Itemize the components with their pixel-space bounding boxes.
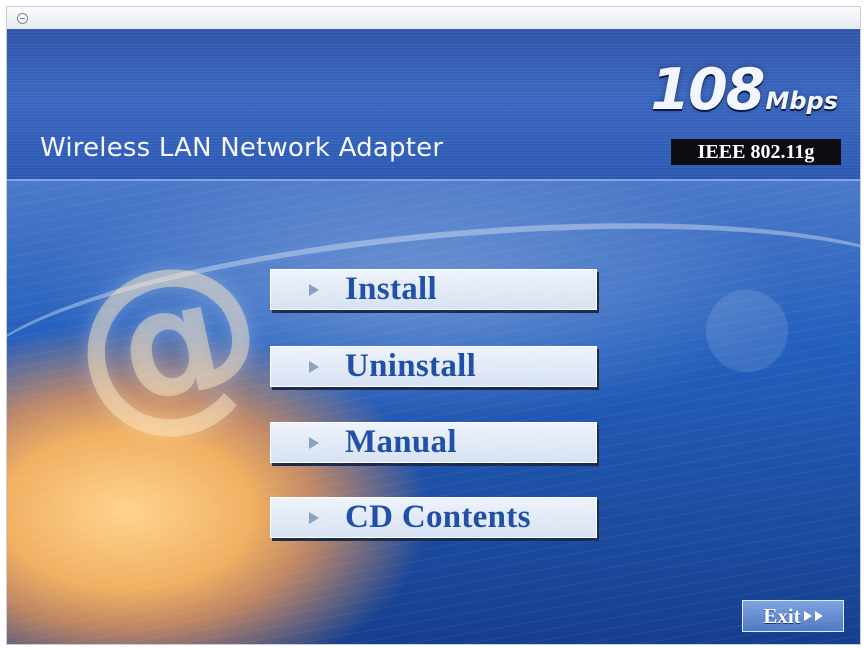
uninstall-label: Uninstall <box>345 348 477 384</box>
install-button[interactable]: Install <box>270 269 597 310</box>
double-arrow-icon <box>803 611 812 621</box>
title-bar <box>7 7 860 30</box>
uninstall-button[interactable]: Uninstall <box>270 346 597 387</box>
double-arrow-icon <box>814 611 823 621</box>
arrow-right-icon <box>309 511 319 524</box>
brand-number: 108 <box>650 57 765 123</box>
exit-button[interactable]: Exit <box>742 600 844 632</box>
exit-label: Exit <box>763 603 801 628</box>
brand-logo: 108Mbps <box>650 57 838 123</box>
install-label: Install <box>345 271 437 307</box>
standard-badge: IEEE 802.11g <box>671 139 841 165</box>
window-icon[interactable] <box>17 13 28 24</box>
header-banner: 108Mbps Wireless LAN Network Adapter IEE… <box>7 29 860 181</box>
installer-window: 108Mbps Wireless LAN Network Adapter IEE… <box>6 6 861 645</box>
manual-label: Manual <box>345 424 457 460</box>
arrow-right-icon <box>309 360 319 373</box>
at-symbol-graphic: @ <box>51 210 283 467</box>
brand-unit: Mbps <box>765 87 838 115</box>
cd-contents-label: CD Contents <box>345 499 531 535</box>
hero-artwork: @ Install Uninstall Manual CD Contents E… <box>7 181 860 644</box>
cd-contents-button[interactable]: CD Contents <box>270 497 597 538</box>
manual-button[interactable]: Manual <box>270 422 597 463</box>
product-name: Wireless LAN Network Adapter <box>40 133 444 163</box>
arrow-right-icon <box>309 283 319 296</box>
arrow-right-icon <box>309 436 319 449</box>
